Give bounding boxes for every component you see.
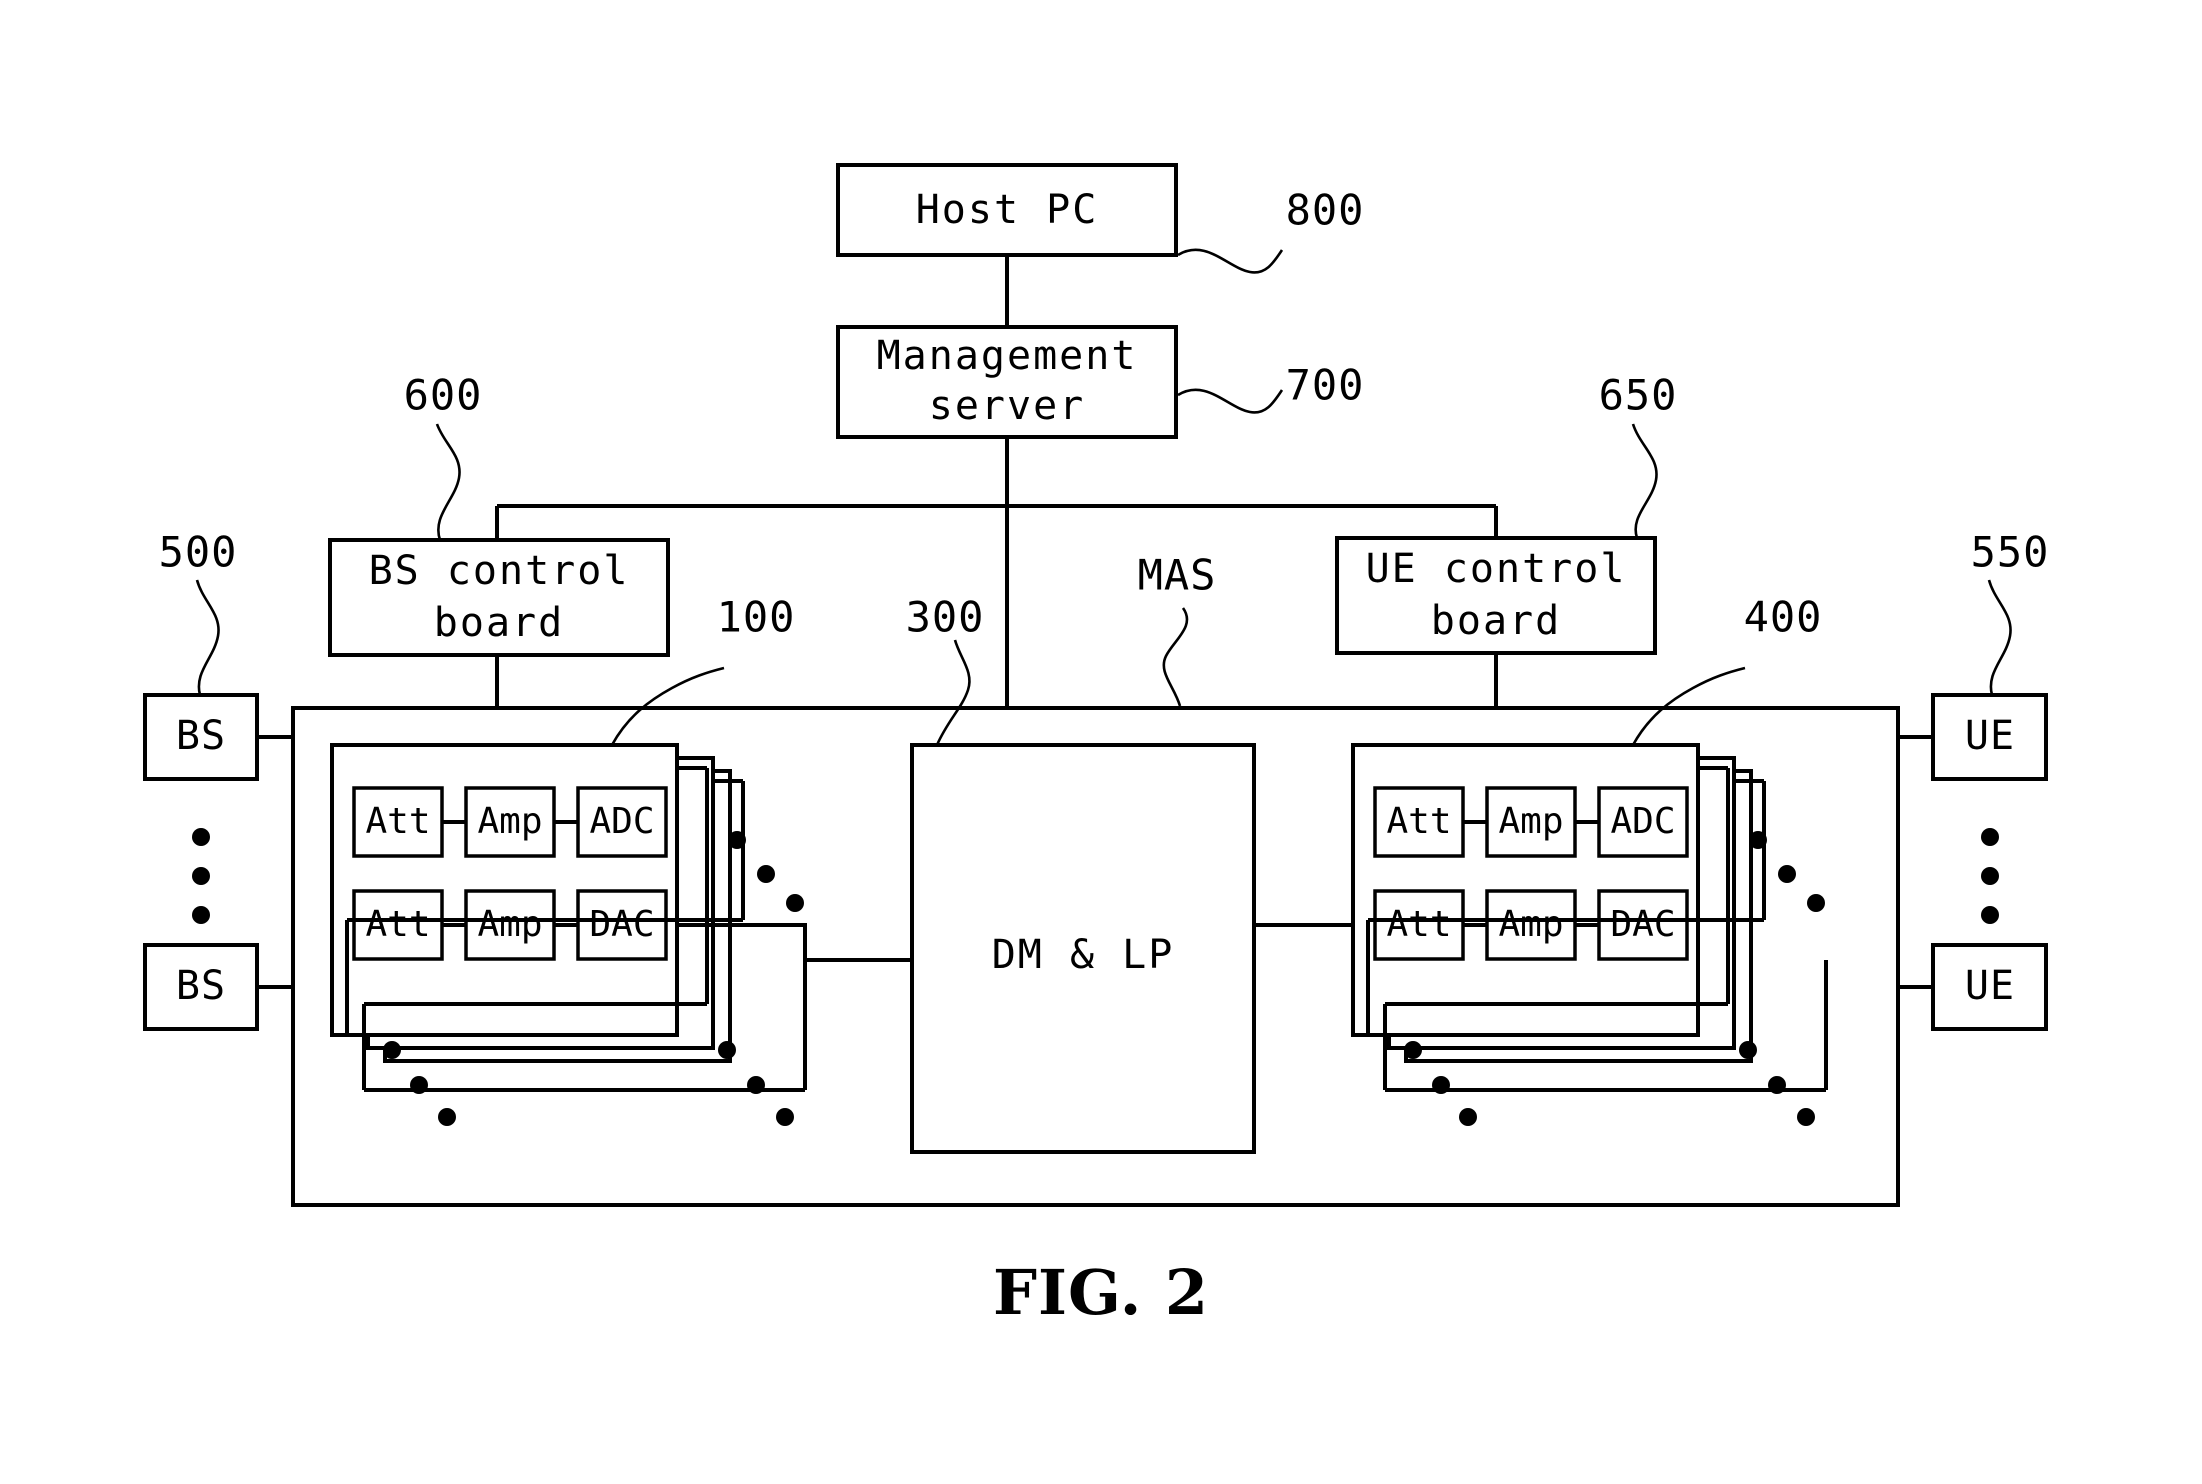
mas-lead-line [1162,607,1189,707]
bs-rx-adc-label: ADC [589,801,654,842]
ref-lead-800 [1177,248,1284,274]
bs-endpoint-top: BS [143,693,259,781]
dm-lp-label: DM & LP [992,932,1175,978]
bs-control-board-label-line2: board [434,600,564,646]
ue-endpoint-bottom-label: UE [1965,963,2015,1009]
management-server-node: Management server [836,325,1178,439]
ue-control-board-node: UE control board [1335,536,1657,655]
ref-number-500: 500 [159,528,238,577]
ref-number-650: 650 [1599,371,1678,420]
ref-lead-600 [435,423,461,541]
management-server-label-line1: Management [877,333,1138,379]
ue-control-board-label-line1: UE control [1366,546,1627,592]
ue-endpoint-top: UE [1931,693,2048,781]
ue-endpoint-ellipsis [1981,828,1999,924]
ref-lead-700 [1177,388,1284,414]
ref-number-400: 400 [1744,593,1823,642]
bs-tx-dac-label: DAC [589,904,654,945]
mas-bus-label: MAS [1138,551,1217,600]
ue-control-board-label-line2: board [1431,598,1561,644]
ue-endpoint-top-label: UE [1965,713,2015,759]
ue-rx-adc-label: ADC [1610,801,1675,842]
ue-rx-att-label: Att [1386,801,1451,842]
ref-number-100: 100 [717,593,796,642]
patent-figure-2: Host PC 800 Management server 700 MAS BS… [0,0,2202,1484]
mas-bus [495,504,1498,540]
ue-tx-dac-label: DAC [1610,904,1675,945]
ref-number-300: 300 [906,593,985,642]
bs-tx-amp-label: Amp [477,904,542,945]
dm-lp-node: DM & LP [910,743,1256,1154]
host-pc-label: Host PC [916,187,1099,233]
ref-lead-550 [1987,579,2012,696]
ref-number-550: 550 [1971,528,2050,577]
ue-tx-att-label: Att [1386,904,1451,945]
bs-control-board-label-line1: BS control [369,548,630,594]
ue-tx-amp-label: Amp [1498,904,1563,945]
ue-module-layer-1: Att Amp ADC Att Amp DAC [1351,743,1700,1037]
ref-lead-500 [195,579,220,696]
bs-endpoint-top-label: BS [176,713,226,759]
bs-rx-att-label: Att [365,801,430,842]
management-server-label-line2: server [929,383,1086,429]
bs-rx-amp-label: Amp [477,801,542,842]
bs-endpoint-ellipsis [192,828,210,924]
bs-endpoint-bottom: BS [143,943,259,1031]
ref-number-600: 600 [404,371,483,420]
bs-control-board-node: BS control board [328,538,670,657]
bs-endpoint-bottom-label: BS [176,963,226,1009]
ue-rx-amp-label: Amp [1498,801,1563,842]
ue-endpoint-bottom: UE [1931,943,2048,1031]
ref-number-800: 800 [1286,186,1365,235]
figure-caption: FIG. 2 [993,1256,1209,1329]
host-pc-node: Host PC [836,163,1178,257]
bs-module-layer-1: Att Amp ADC Att Amp DAC [330,743,679,1037]
ref-lead-650 [1631,423,1658,539]
bs-tx-att-label: Att [365,904,430,945]
ref-number-700: 700 [1286,361,1365,410]
